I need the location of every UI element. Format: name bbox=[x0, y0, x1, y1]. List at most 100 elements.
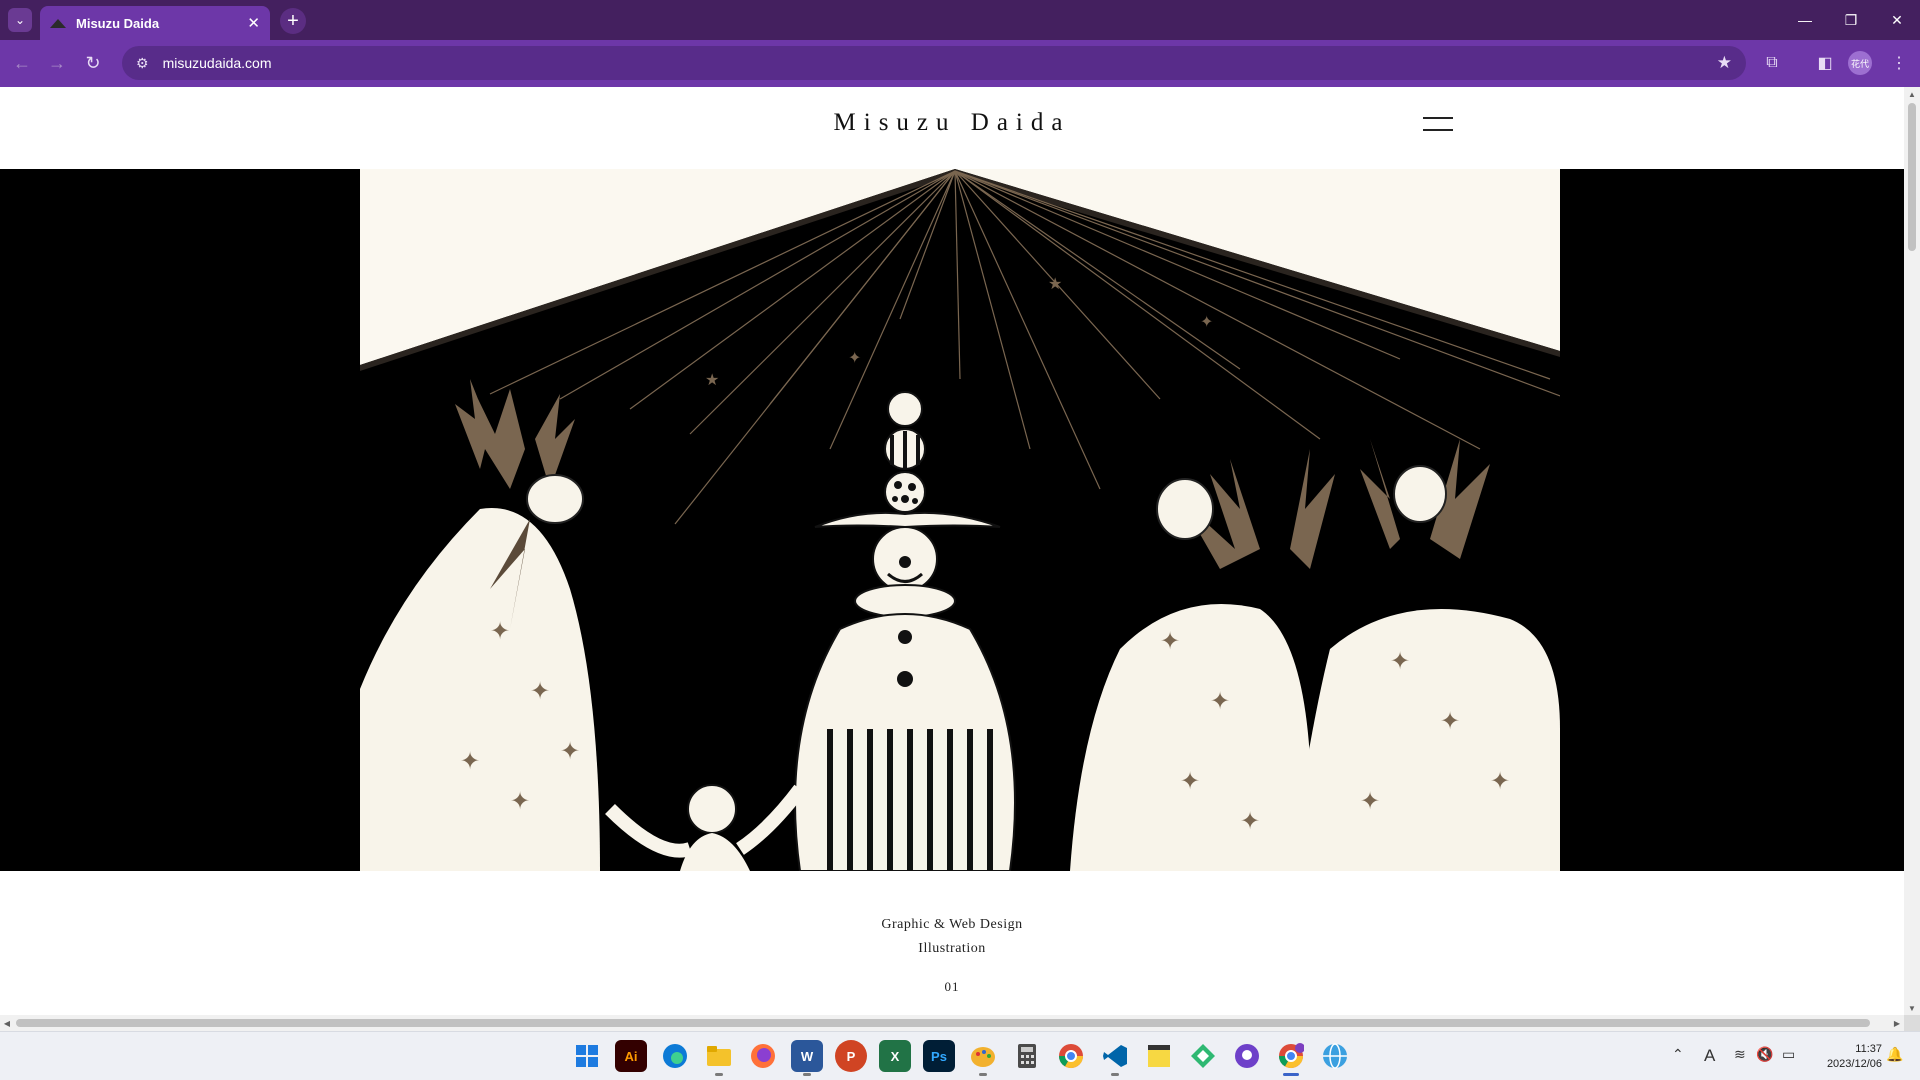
calculator-icon bbox=[1018, 1044, 1036, 1068]
chrome-profile-app[interactable] bbox=[1275, 1040, 1307, 1076]
wifi-icon[interactable]: ≋ bbox=[1734, 1046, 1746, 1063]
excel-app[interactable]: X bbox=[879, 1040, 911, 1072]
file-explorer-app[interactable] bbox=[703, 1040, 735, 1076]
word-app[interactable]: W bbox=[791, 1040, 823, 1076]
vertical-scrollbar[interactable]: ▲ ▼ bbox=[1904, 87, 1920, 1015]
system-clock[interactable]: 11:37 2023/12/06 bbox=[1808, 1042, 1882, 1072]
powerpoint-app[interactable]: P bbox=[835, 1040, 867, 1072]
photoshop-app[interactable]: Ps bbox=[923, 1040, 955, 1072]
reload-icon: ↻ bbox=[85, 52, 101, 73]
minimize-button[interactable]: — bbox=[1782, 0, 1828, 40]
hamburger-menu-icon[interactable] bbox=[1423, 117, 1453, 131]
chrome-app[interactable] bbox=[1055, 1040, 1087, 1072]
menu-kebab-icon[interactable]: ⋮ bbox=[1886, 50, 1912, 76]
svg-text:★: ★ bbox=[705, 370, 719, 389]
hero-slideshow: ★ ✦ ★ ✦ ✦ ✦ ✦ ✦ ✦ ✦ ✦ ✦ ✦ ✦ ✦ ✦ ✦ bbox=[0, 169, 1904, 871]
svg-text:✦: ✦ bbox=[1390, 647, 1410, 675]
url-text[interactable]: misuzudaida.com bbox=[163, 55, 272, 71]
address-bar[interactable]: ⚙ misuzudaida.com ★ bbox=[122, 46, 1746, 80]
scroll-right-icon[interactable]: ▶ bbox=[1890, 1015, 1904, 1031]
tab-title: Misuzu Daida bbox=[76, 15, 160, 31]
github-desktop-app[interactable] bbox=[1231, 1040, 1263, 1072]
windows-taskbar: Ai W P X Ps ⌃ A ≋ 🔇 ▭ 11:37 2023/12/06 🔔 bbox=[0, 1031, 1920, 1080]
sticky-notes-app[interactable] bbox=[1143, 1040, 1175, 1072]
browser-toolbar: ← → ↻ ⚙ misuzudaida.com ★ ⧉ ◧ 花代 ⋮ bbox=[0, 40, 1920, 87]
tab-close-icon[interactable]: ✕ bbox=[247, 14, 260, 32]
minimize-icon: — bbox=[1798, 12, 1812, 28]
windows-icon bbox=[576, 1045, 598, 1067]
svg-text:✦: ✦ bbox=[1240, 807, 1260, 835]
svg-text:✦: ✦ bbox=[460, 747, 480, 775]
reload-button[interactable]: ↻ bbox=[80, 50, 106, 76]
folder-icon bbox=[707, 1046, 731, 1066]
firefox-app[interactable] bbox=[747, 1040, 779, 1072]
svg-text:★: ★ bbox=[1048, 274, 1062, 293]
site-favicon-icon bbox=[50, 19, 66, 28]
notification-bell-icon[interactable]: 🔔 bbox=[1886, 1046, 1903, 1063]
restore-icon: ❐ bbox=[1844, 11, 1858, 28]
hero-illustration[interactable]: ★ ✦ ★ ✦ ✦✦✦✦✦ ✦✦✦✦ ✦✦✦✦ bbox=[360, 169, 1560, 871]
back-button[interactable]: ← bbox=[9, 50, 35, 76]
paint-app[interactable] bbox=[967, 1040, 999, 1076]
scrollbar-corner bbox=[1904, 1015, 1920, 1031]
extensions-icon[interactable]: ⧉ bbox=[1759, 50, 1785, 76]
photoshop-label: Ps bbox=[931, 1048, 947, 1064]
tray-overflow-icon[interactable]: ⌃ bbox=[1672, 1046, 1684, 1063]
vpn-app[interactable] bbox=[1319, 1040, 1351, 1072]
excel-label: X bbox=[890, 1048, 900, 1064]
edge-app[interactable] bbox=[659, 1040, 691, 1072]
battery-icon[interactable]: ▭ bbox=[1782, 1046, 1795, 1063]
browser-tabbar: ⌄ Misuzu Daida ✕ + — ❐ ✕ bbox=[0, 0, 1920, 40]
diamond-icon bbox=[1191, 1044, 1215, 1068]
scroll-left-icon[interactable]: ◀ bbox=[0, 1015, 14, 1031]
palette-icon bbox=[971, 1047, 995, 1067]
chrome-icon bbox=[1279, 1043, 1304, 1069]
horizontal-scrollbar[interactable]: ◀ ▶ bbox=[0, 1015, 1904, 1031]
svg-text:✦: ✦ bbox=[1440, 707, 1460, 735]
clock-date: 2023/12/06 bbox=[1826, 1058, 1882, 1070]
scroll-up-icon[interactable]: ▲ bbox=[1904, 87, 1920, 101]
svg-text:✦: ✦ bbox=[1180, 767, 1200, 795]
word-label: W bbox=[800, 1048, 814, 1064]
profile-avatar[interactable]: 花代 bbox=[1848, 51, 1872, 75]
vscode-icon bbox=[1103, 1045, 1127, 1067]
git-app[interactable] bbox=[1187, 1040, 1219, 1072]
illustrator-label: Ai bbox=[624, 1048, 638, 1064]
svg-text:✦: ✦ bbox=[560, 737, 580, 765]
bookmark-star-icon[interactable]: ★ bbox=[1717, 53, 1732, 73]
scroll-down-icon[interactable]: ▼ bbox=[1904, 1001, 1920, 1015]
edge-icon bbox=[663, 1044, 687, 1068]
svg-text:✦: ✦ bbox=[1200, 312, 1213, 331]
tab-misuzu-daida[interactable]: Misuzu Daida ✕ bbox=[40, 6, 270, 40]
note-icon bbox=[1148, 1045, 1170, 1067]
close-window-button[interactable]: ✕ bbox=[1874, 0, 1920, 40]
start-button[interactable] bbox=[571, 1040, 603, 1072]
restore-button[interactable]: ❐ bbox=[1828, 0, 1874, 40]
side-panel-icon[interactable]: ◧ bbox=[1812, 50, 1838, 76]
tab-search-button[interactable]: ⌄ bbox=[8, 8, 32, 32]
calculator-app[interactable] bbox=[1011, 1040, 1043, 1072]
svg-text:✦: ✦ bbox=[848, 348, 861, 367]
arrow-right-icon: → bbox=[48, 52, 66, 73]
volume-muted-icon[interactable]: 🔇 bbox=[1756, 1046, 1773, 1063]
svg-text:✦: ✦ bbox=[1490, 767, 1510, 795]
illustrator-app[interactable]: Ai bbox=[615, 1040, 647, 1072]
site-title[interactable]: Misuzu Daida bbox=[0, 109, 1904, 137]
chevron-down-icon: ⌄ bbox=[14, 13, 26, 27]
tagline-illustration: Illustration bbox=[918, 941, 986, 956]
vscode-app[interactable] bbox=[1099, 1040, 1131, 1076]
page-viewport: Misuzu Daida ★ ✦ ★ ✦ ✦ ✦ ✦ ✦ ✦ ✦ ✦ ✦ ✦ ✦… bbox=[0, 87, 1904, 1015]
svg-text:✦: ✦ bbox=[1210, 687, 1230, 715]
ime-indicator[interactable]: A bbox=[1704, 1046, 1715, 1066]
svg-text:✦: ✦ bbox=[490, 617, 510, 645]
horizontal-scroll-thumb[interactable] bbox=[16, 1019, 1870, 1027]
clock-time: 11:37 bbox=[1855, 1043, 1882, 1055]
close-icon: ✕ bbox=[1891, 11, 1903, 28]
new-tab-button[interactable]: + bbox=[280, 8, 306, 34]
globe-icon bbox=[1323, 1043, 1347, 1069]
svg-text:✦: ✦ bbox=[1160, 627, 1180, 655]
site-info-icon[interactable]: ⚙ bbox=[136, 55, 149, 72]
forward-button[interactable]: → bbox=[44, 50, 70, 76]
vertical-scroll-thumb[interactable] bbox=[1908, 103, 1916, 251]
svg-text:✦: ✦ bbox=[530, 677, 550, 705]
